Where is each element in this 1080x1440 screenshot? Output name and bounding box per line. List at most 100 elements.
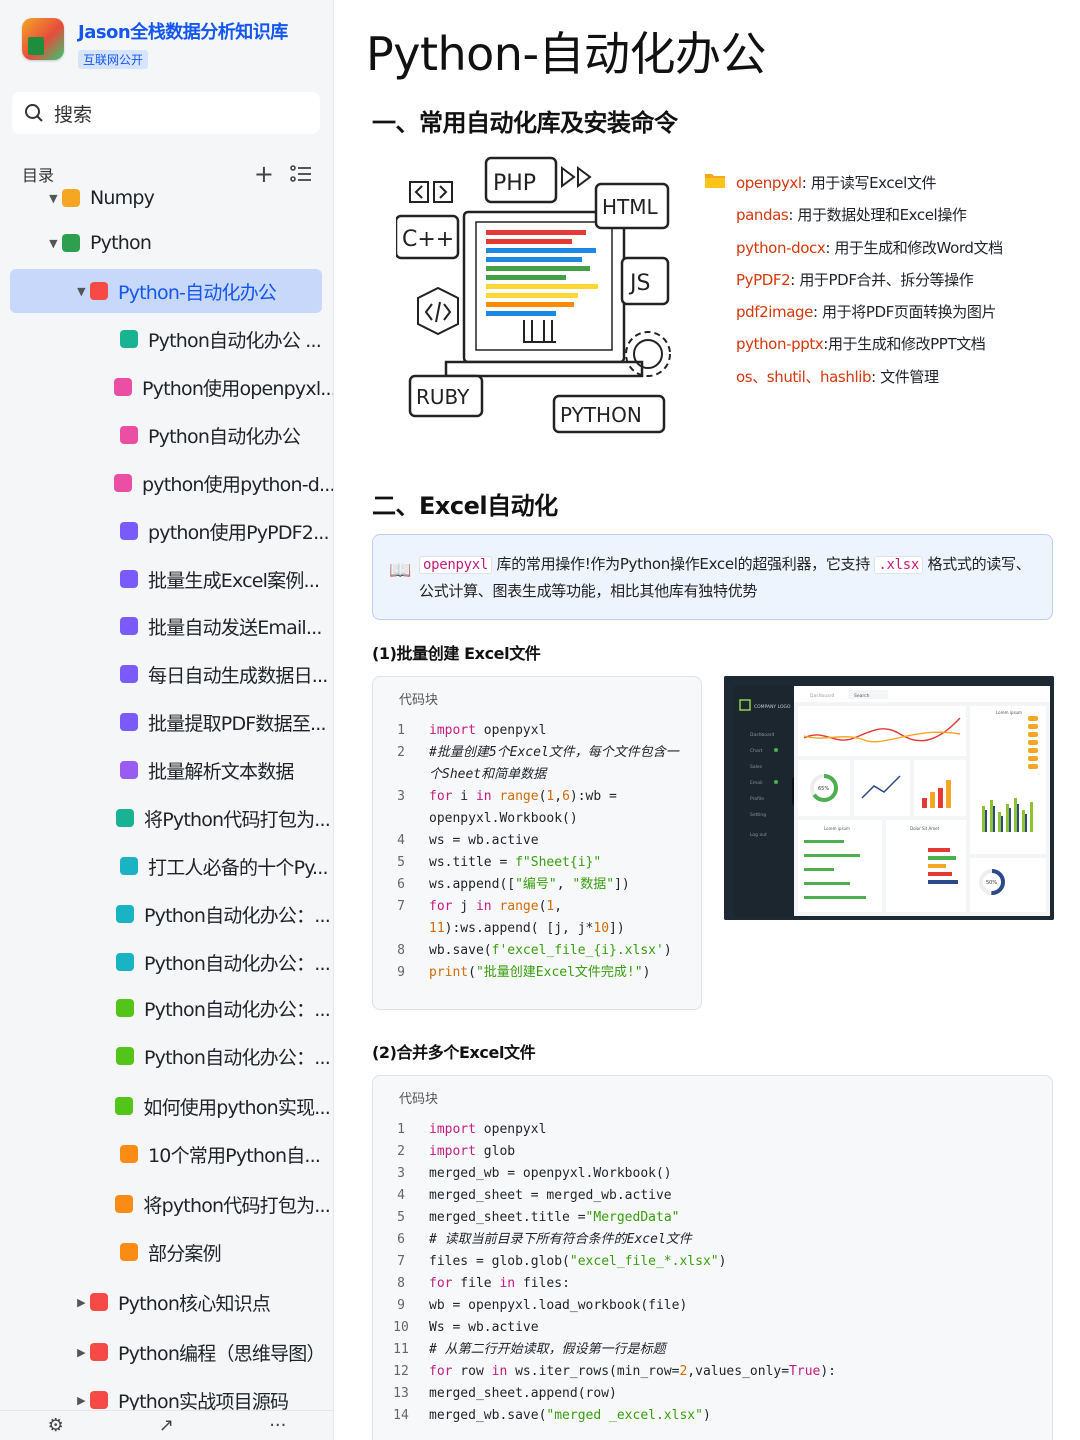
doc-icon [120,713,138,731]
list-icon[interactable] [290,164,312,184]
sidebar-item[interactable]: ▶ Python编程（思维导图） [72,1330,330,1374]
sidebar-item[interactable]: Python自动化办公：... [114,892,331,936]
lib-desc: :用于生成和修改PPT文档 [823,335,986,354]
dash-nav: Setting [750,812,766,818]
sidebar-item[interactable]: ▼ Numpy [44,186,330,220]
sidebar-item[interactable]: 批量解析文本数据 [114,748,330,792]
code-label: 代码块 [399,1092,439,1107]
lib-name: pdf2image [736,303,813,321]
sidebar-item[interactable]: ▼ Python-自动化办公 [10,269,322,313]
code-lines: 1 import openpyxl 2 #批量创建5个Excel文件，每个文件包含一… [397,723,679,980]
sidebar-item-label: Python核心知识点 [118,1292,271,1315]
sidebar-item[interactable]: 批量自动发送Email... [114,604,330,648]
search-label: 搜索 [54,103,93,126]
sidebar-item-label: 批量生成Excel案例... [148,569,320,592]
code-block-1[interactable]: 代码块 1 import openpyxl 2 #批量创建5个Excel文件，每个文… [372,676,702,1010]
sidebar-item[interactable]: ▶ Python核心知识点 [72,1280,330,1324]
sidebar-item-label: 批量自动发送Email... [148,616,322,639]
dash-search: Search [854,693,870,699]
sidebar-item-label: Python-自动化办公 [118,281,277,304]
sidebar-item-label: python使用python-d... [142,473,334,496]
sidebar-item-label: Python自动化办公 [148,425,301,448]
sidebar-item-label: Python自动化办公 ... [148,329,322,352]
brand-badge: 互联网公开 [78,50,149,69]
sidebar-item[interactable]: 10个常用Python自... [114,1132,330,1176]
inline-code: openpyxl [419,556,493,574]
doc-icon [90,1343,108,1361]
sidebar-item[interactable]: Python使用openpyxl... [114,365,333,409]
brand[interactable]: Jason全栈数据分析知识库 互联网公开 [22,18,288,69]
sidebar-item[interactable]: Python自动化办公：... [114,986,331,1030]
code-bar [486,302,574,307]
sidebar-item-label: python使用PyPDF2... [148,521,330,544]
doc-icon [120,665,138,683]
doc-icon [116,953,135,971]
sidebar-item-label: Python自动化办公：... [144,952,331,975]
sidebar-item[interactable]: Python自动化办公：... [114,1034,331,1078]
doc-icon [115,1097,134,1115]
sidebar-item-label: Python自动化办公：... [144,1046,331,1069]
sidebar-footer: ⚙ ↗ ··· [0,1410,333,1440]
sidebar-item-label: 10个常用Python自... [148,1144,321,1167]
chevron-right-icon[interactable]: ▶ [72,1394,90,1407]
chevron-right-icon[interactable]: ▶ [72,1296,90,1309]
code-bar [486,275,566,280]
sidebar-item[interactable]: 批量生成Excel案例... [114,557,330,601]
doc-icon [62,234,80,252]
code-bar [486,248,596,253]
sidebar-item-label: 批量解析文本数据 [148,760,294,783]
toc-label: 目录 [22,166,55,185]
sidebar-item[interactable]: python使用python-d... [114,461,333,505]
doc-icon [114,378,132,396]
code-bar [486,257,582,262]
code-bar [486,230,586,235]
code-lines: 1 import openpyxl 2 import glob 3 merged_wb… [393,1122,837,1423]
doc-icon [62,189,80,207]
dash-nav: Chart [750,748,763,754]
toc-header: 目录 + [22,160,312,188]
doc-icon [120,761,138,779]
section-heading-2: 二、Excel自动化 [372,492,558,520]
sidebar-item[interactable]: ▼ Python [44,221,330,265]
sidebar-item[interactable]: 打工人必备的十个Py... [114,844,330,888]
doc-icon [120,330,138,348]
sidebar-item[interactable]: 将Python代码打包为... [114,796,331,840]
sidebar-item[interactable]: 每日自动生成数据日... [114,652,330,696]
gear-icon[interactable]: ⚙ [48,1415,64,1436]
sidebar-item-label: Numpy [90,187,155,209]
section-heading-1: 一、常用自动化库及安装命令 [372,109,678,137]
lib-desc: : 用于读写Excel文件 [801,174,937,192]
sidebar-item-label: 如何使用python实现... [143,1096,330,1119]
chevron-down-icon[interactable]: ▼ [44,192,62,205]
sidebar-item[interactable]: Python自动化办公 ... [114,317,330,361]
dash-nav: Profile [750,796,764,802]
lib-name: os、shutil、hashlib [736,367,872,386]
plus-icon[interactable]: + [254,160,274,188]
search-box[interactable]: 搜索 [12,92,320,134]
hero-label-python: PYTHON [560,403,642,427]
sidebar-item[interactable]: Python自动化办公 [114,413,330,457]
sidebar-item[interactable]: ▶ Python实战项目源码 [72,1378,330,1411]
sidebar-item[interactable]: 将python代码打包为... [114,1182,331,1226]
sidebar-item[interactable]: python使用PyPDF2... [114,509,330,553]
lib-name: PyPDF2 [736,270,791,289]
sidebar-item-label: Python自动化办公：... [144,904,331,927]
doc-icon [116,905,135,923]
sidebar: Jason全栈数据分析知识库 互联网公开 搜索 目录 + ▼ Numpy ▼ Pyth… [0,0,334,1440]
subheading-2: (2)合并多个Excel文件 [372,1043,536,1062]
chevron-down-icon[interactable]: ▼ [72,285,90,298]
share-icon[interactable]: ↗ [159,1415,174,1436]
brand-title: Jason全栈数据分析知识库 [78,22,288,43]
chevron-right-icon[interactable]: ▶ [72,1346,90,1359]
hero-label-ruby: RUBY [416,385,470,409]
sidebar-item[interactable]: 批量提取PDF数据至... [114,700,330,744]
more-icon[interactable]: ··· [269,1415,286,1436]
search-icon [25,104,43,122]
sidebar-item[interactable]: 部分案例 [114,1230,330,1274]
folder-icon [705,174,725,188]
doc-icon [116,809,135,827]
sidebar-item[interactable]: 如何使用python实现... [114,1084,331,1128]
code-block-2[interactable]: 代码块 1 import openpyxl 2 import glob 3 merge… [372,1075,1053,1440]
chevron-down-icon[interactable]: ▼ [44,237,62,250]
sidebar-item[interactable]: Python自动化办公：... [114,940,331,984]
